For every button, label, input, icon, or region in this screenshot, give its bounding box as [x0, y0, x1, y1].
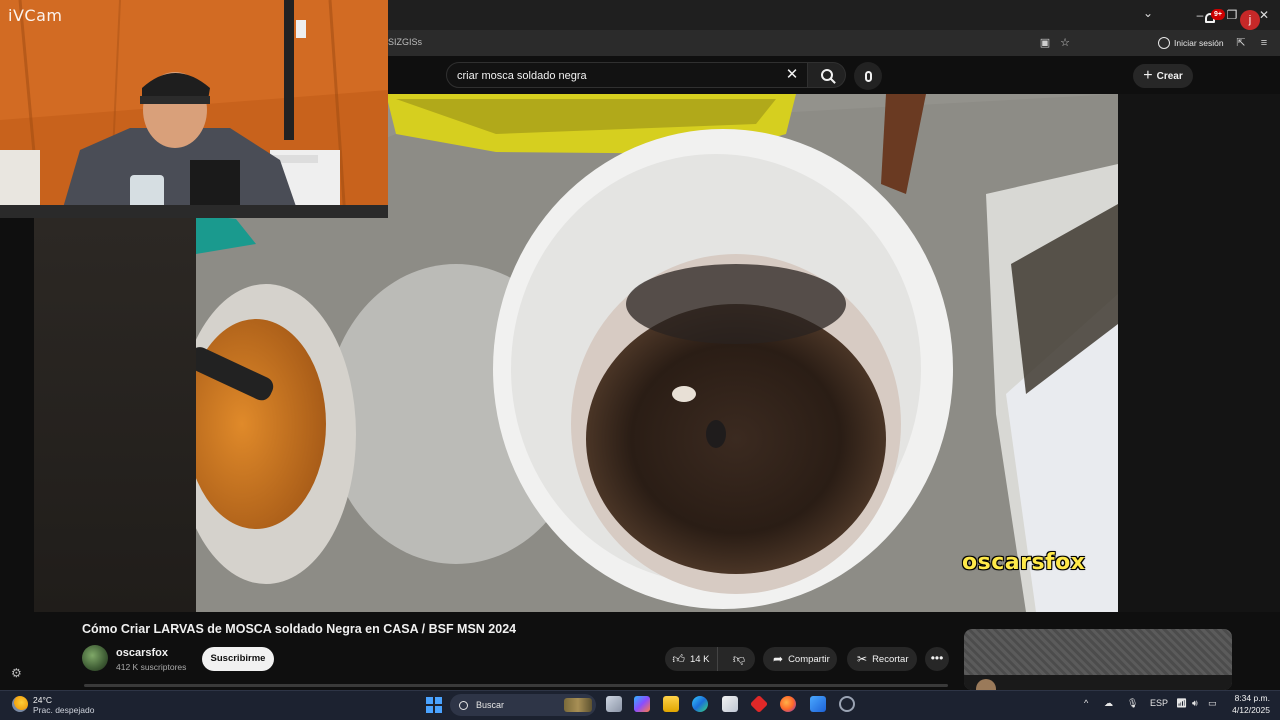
weather-icon[interactable] [12, 696, 28, 712]
share-label: Compartir [788, 653, 830, 665]
plus-icon: + [1143, 67, 1153, 84]
dislike-button[interactable]: 👎︎ [723, 647, 755, 671]
webcam-frame [0, 0, 388, 218]
volume-icon[interactable]: 🔊︎ [1192, 698, 1198, 709]
window-controls: – ❐ ✕ [1184, 0, 1280, 30]
clip-button[interactable]: ✂ Recortar [847, 647, 917, 671]
firefox-icon[interactable] [780, 696, 796, 712]
search-icon [820, 69, 833, 81]
picture-in-picture-icon[interactable]: ▣ [1038, 36, 1052, 50]
extensions-icon[interactable]: ⇱ [1234, 36, 1248, 50]
show-hidden-icons[interactable]: ^ [1084, 698, 1088, 708]
microphone-icon [864, 70, 872, 82]
share-button[interactable]: ➦ Compartir [763, 647, 837, 671]
thumbs-up-icon: 👍︎ [672, 652, 685, 666]
like-button[interactable]: 👍︎ 14 K [665, 647, 718, 671]
webcam-overlay: iVCam [0, 0, 388, 218]
tab-list-chevron-icon[interactable]: ⌄ [1140, 6, 1156, 24]
windows-start-icon[interactable] [426, 697, 442, 713]
circle-app-icon[interactable] [839, 696, 855, 712]
edge-browser-icon[interactable] [692, 696, 708, 712]
search-button[interactable] [808, 62, 846, 88]
create-label: Crear [1156, 70, 1183, 82]
copilot-icon[interactable] [634, 696, 650, 712]
account-icon [1158, 37, 1170, 49]
file-explorer-icon[interactable] [663, 696, 679, 712]
avatar[interactable]: j [1240, 10, 1260, 30]
microphone-tray-icon[interactable]: 🎙︎ [1127, 698, 1138, 709]
share-icon: ➦ [773, 652, 784, 666]
clear-search-icon[interactable]: ✕ [783, 66, 801, 84]
video-watermark: oscarsfox [962, 550, 1086, 575]
thumbs-down-icon: 👎︎ [732, 652, 746, 666]
taskbar-search[interactable]: Buscar [450, 694, 596, 716]
browser-menu-icon[interactable]: ≡ [1257, 36, 1271, 50]
side-panel [34, 218, 196, 612]
weather-temperature[interactable]: 24°C [33, 695, 52, 705]
language-indicator[interactable]: ESP [1150, 698, 1168, 708]
clock-date[interactable]: 4/12/2025 [1228, 705, 1270, 715]
signin-label: Iniciar sesión [1174, 38, 1224, 48]
card-footer [964, 675, 1232, 690]
channel-name[interactable]: oscarsfox [116, 647, 168, 659]
blue-app-icon[interactable] [810, 696, 826, 712]
search-input[interactable]: criar mosca soldado negra ✕ [446, 62, 808, 88]
clock-time[interactable]: 8:34 p.m. [1234, 693, 1270, 703]
description-box-edge [84, 684, 948, 687]
like-dislike-group: 👍︎ 14 K 👎︎ [665, 647, 755, 671]
search-highlight-image [564, 698, 592, 712]
task-view-icon[interactable] [606, 696, 622, 712]
more-actions-icon[interactable]: ••• [925, 647, 949, 671]
scissors-icon: ✂ [857, 652, 868, 666]
channel-avatar[interactable] [82, 645, 108, 671]
like-count: 14 K [689, 653, 710, 665]
signin-button[interactable]: Iniciar sesión [1158, 35, 1224, 51]
create-button[interactable]: + Crear [1133, 64, 1193, 88]
search-icon [459, 700, 468, 710]
webcam-app-label: iVCam [8, 6, 63, 25]
subscriber-count: 412 K suscriptores [116, 662, 187, 672]
recommended-video-card[interactable] [964, 629, 1232, 690]
wifi-icon[interactable]: 📶︎ [1176, 698, 1187, 709]
subscribe-button[interactable]: Suscribirme [202, 647, 274, 671]
store-icon[interactable] [722, 696, 738, 712]
video-title: Cómo Criar LARVAS de MOSCA soldado Negra… [82, 622, 517, 636]
weather-description[interactable]: Prac. despejado [33, 705, 94, 715]
onedrive-cloud-icon[interactable]: ☁ [1104, 698, 1113, 709]
bookmark-star-icon[interactable]: ☆ [1058, 36, 1072, 50]
settings-gear-icon[interactable]: ⚙ [11, 667, 23, 679]
voice-search-button[interactable] [854, 62, 882, 90]
clip-label: Recortar [872, 653, 909, 665]
address-text[interactable]: SIZGISs [388, 37, 422, 47]
search-query[interactable]: criar mosca soldado negra [457, 70, 587, 82]
taskbar-search-label: Buscar [476, 700, 505, 710]
battery-icon[interactable]: ▭ [1208, 698, 1217, 709]
right-gutter [1118, 94, 1280, 612]
notifications-badge: 9+ [1211, 9, 1225, 20]
